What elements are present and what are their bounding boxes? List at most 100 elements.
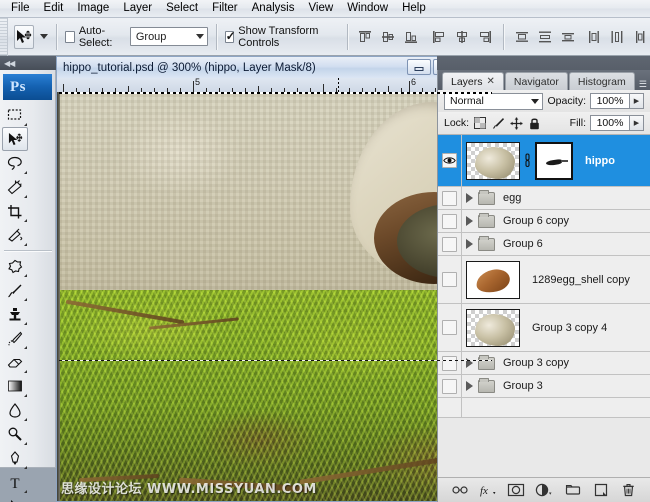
opacity-input[interactable]: 100% <box>590 93 630 109</box>
tool-gradient[interactable] <box>2 374 28 398</box>
lock-position-button[interactable] <box>509 116 523 130</box>
layer-name[interactable]: hippo <box>585 155 615 167</box>
delete-layer-button[interactable] <box>620 481 638 499</box>
tab-histogram[interactable]: Histogram <box>569 72 635 90</box>
layer-visibility-cell[interactable] <box>438 135 462 186</box>
lock-transparent-pixels-button[interactable] <box>473 116 487 130</box>
menu-item-analysis[interactable]: Analysis <box>245 0 302 17</box>
tool-magic-wand[interactable] <box>2 175 28 199</box>
layer-visibility-cell[interactable] <box>438 352 462 374</box>
layer-visibility-cell[interactable] <box>438 256 462 303</box>
group-disclosure-icon[interactable] <box>466 239 473 249</box>
new-group-button[interactable] <box>564 481 582 499</box>
distribute-right-edges-button[interactable] <box>630 27 650 47</box>
tab-layers[interactable]: Layers ✕ <box>442 72 504 90</box>
eye-icon-off[interactable] <box>442 379 457 394</box>
auto-select-dropdown[interactable]: Group <box>130 27 208 46</box>
show-transform-controls-checkbox[interactable] <box>225 31 235 43</box>
align-left-edges-button[interactable] <box>429 27 449 47</box>
active-tool-badge[interactable] <box>14 25 34 49</box>
tool-healing-brush[interactable] <box>2 254 28 278</box>
layer-visibility-cell[interactable] <box>438 187 462 209</box>
tool-move[interactable] <box>2 127 28 151</box>
layer-thumbnail[interactable] <box>466 142 520 180</box>
tab-navigator[interactable]: Navigator <box>505 72 568 90</box>
document-title-bar[interactable]: hippo_tutorial.psd @ 300% (hippo, Layer … <box>56 56 493 78</box>
auto-select-checkbox[interactable] <box>65 31 75 43</box>
layer-visibility-cell[interactable] <box>438 210 462 232</box>
menu-item-window[interactable]: Window <box>340 0 395 17</box>
layer-thumbnail[interactable] <box>466 309 520 347</box>
layer-name[interactable]: egg <box>503 192 521 204</box>
toolbar-collapse-header[interactable]: ◀◀ <box>0 56 56 70</box>
distribute-bottom-edges-button[interactable] <box>558 27 578 47</box>
lock-all-button[interactable] <box>527 116 541 130</box>
layer-name[interactable]: Group 3 copy 4 <box>532 322 607 334</box>
layer-name[interactable]: Group 6 <box>503 238 543 250</box>
layer-name[interactable]: Group 6 copy <box>503 215 569 227</box>
tool-rectangular-marquee[interactable] <box>2 103 28 127</box>
fill-stepper[interactable]: ▶ <box>630 115 644 131</box>
layer-thumbnail[interactable] <box>466 261 520 299</box>
menu-item-image[interactable]: Image <box>70 0 116 17</box>
layer-visibility-cell[interactable] <box>438 304 462 351</box>
layer-mask-thumbnail[interactable] <box>535 142 573 180</box>
tool-lasso[interactable] <box>2 151 28 175</box>
layer-style-button[interactable]: fx <box>479 481 497 499</box>
layer-row-egg[interactable]: egg <box>438 187 650 210</box>
layer-visibility-cell[interactable] <box>438 398 462 417</box>
tool-crop[interactable] <box>2 199 28 223</box>
new-adjustment-layer-button[interactable] <box>535 481 553 499</box>
new-layer-button[interactable] <box>592 481 610 499</box>
group-disclosure-icon[interactable] <box>466 216 473 226</box>
menu-item-edit[interactable]: Edit <box>37 0 71 17</box>
image-canvas[interactable]: 思缘设计论坛 WWW.MISSYUAN.COM <box>56 92 493 502</box>
eye-icon-off[interactable] <box>442 214 457 229</box>
menu-item-file[interactable]: File <box>4 0 37 17</box>
group-disclosure-icon[interactable] <box>466 381 473 391</box>
layer-row-group-3-copy[interactable]: Group 3 copy <box>438 352 650 375</box>
horizontal-ruler[interactable]: 5 6 <box>56 78 493 92</box>
align-vertical-centers-button[interactable] <box>378 27 398 47</box>
layer-visibility-cell[interactable] <box>438 375 462 397</box>
opacity-stepper[interactable]: ▶ <box>630 93 644 109</box>
close-icon[interactable]: ✕ <box>487 76 495 87</box>
menu-item-filter[interactable]: Filter <box>205 0 245 17</box>
tool-eraser[interactable] <box>2 350 28 374</box>
tool-dodge[interactable] <box>2 422 28 446</box>
eye-icon-off[interactable] <box>442 191 457 206</box>
layer-row-group-3[interactable]: Group 3 <box>438 375 650 398</box>
layer-name[interactable]: 1289egg_shell copy <box>532 274 630 286</box>
layer-name[interactable]: Group 3 <box>503 380 543 392</box>
layer-row-partial[interactable] <box>438 398 650 418</box>
align-right-edges-button[interactable] <box>475 27 495 47</box>
layers-list[interactable]: hippo egg Group 6 copy <box>438 134 650 477</box>
menu-item-help[interactable]: Help <box>395 0 433 17</box>
layer-row-group-6-copy[interactable]: Group 6 copy <box>438 210 650 233</box>
minimize-button[interactable] <box>407 59 431 75</box>
tool-history-brush[interactable] <box>2 326 28 350</box>
distribute-horizontal-centers-button[interactable] <box>607 27 627 47</box>
distribute-top-edges-button[interactable] <box>512 27 532 47</box>
layer-visibility-cell[interactable] <box>438 233 462 255</box>
fill-input[interactable]: 100% <box>590 115 630 131</box>
menu-item-select[interactable]: Select <box>159 0 205 17</box>
eye-icon-off[interactable] <box>442 356 457 371</box>
link-mask-icon[interactable] <box>523 153 532 169</box>
add-layer-mask-button[interactable] <box>507 481 525 499</box>
layer-row-1289egg-shell-copy[interactable]: 1289egg_shell copy <box>438 256 650 304</box>
blend-mode-dropdown[interactable]: Normal <box>444 93 543 110</box>
distribute-vertical-centers-button[interactable] <box>535 27 555 47</box>
link-layers-button[interactable] <box>451 481 469 499</box>
tool-type[interactable]: T <box>2 470 28 494</box>
tool-blur[interactable] <box>2 398 28 422</box>
layer-row-hippo[interactable]: hippo <box>438 135 650 187</box>
menu-item-layer[interactable]: Layer <box>116 0 159 17</box>
panel-menu-icon[interactable]: ☰ <box>639 79 647 90</box>
options-bar-grip[interactable] <box>0 18 8 56</box>
distribute-left-edges-button[interactable] <box>584 27 604 47</box>
align-horizontal-centers-button[interactable] <box>452 27 472 47</box>
tool-path-selection[interactable] <box>2 494 28 502</box>
layer-name[interactable]: Group 3 copy <box>503 357 569 369</box>
group-disclosure-icon[interactable] <box>466 193 473 203</box>
